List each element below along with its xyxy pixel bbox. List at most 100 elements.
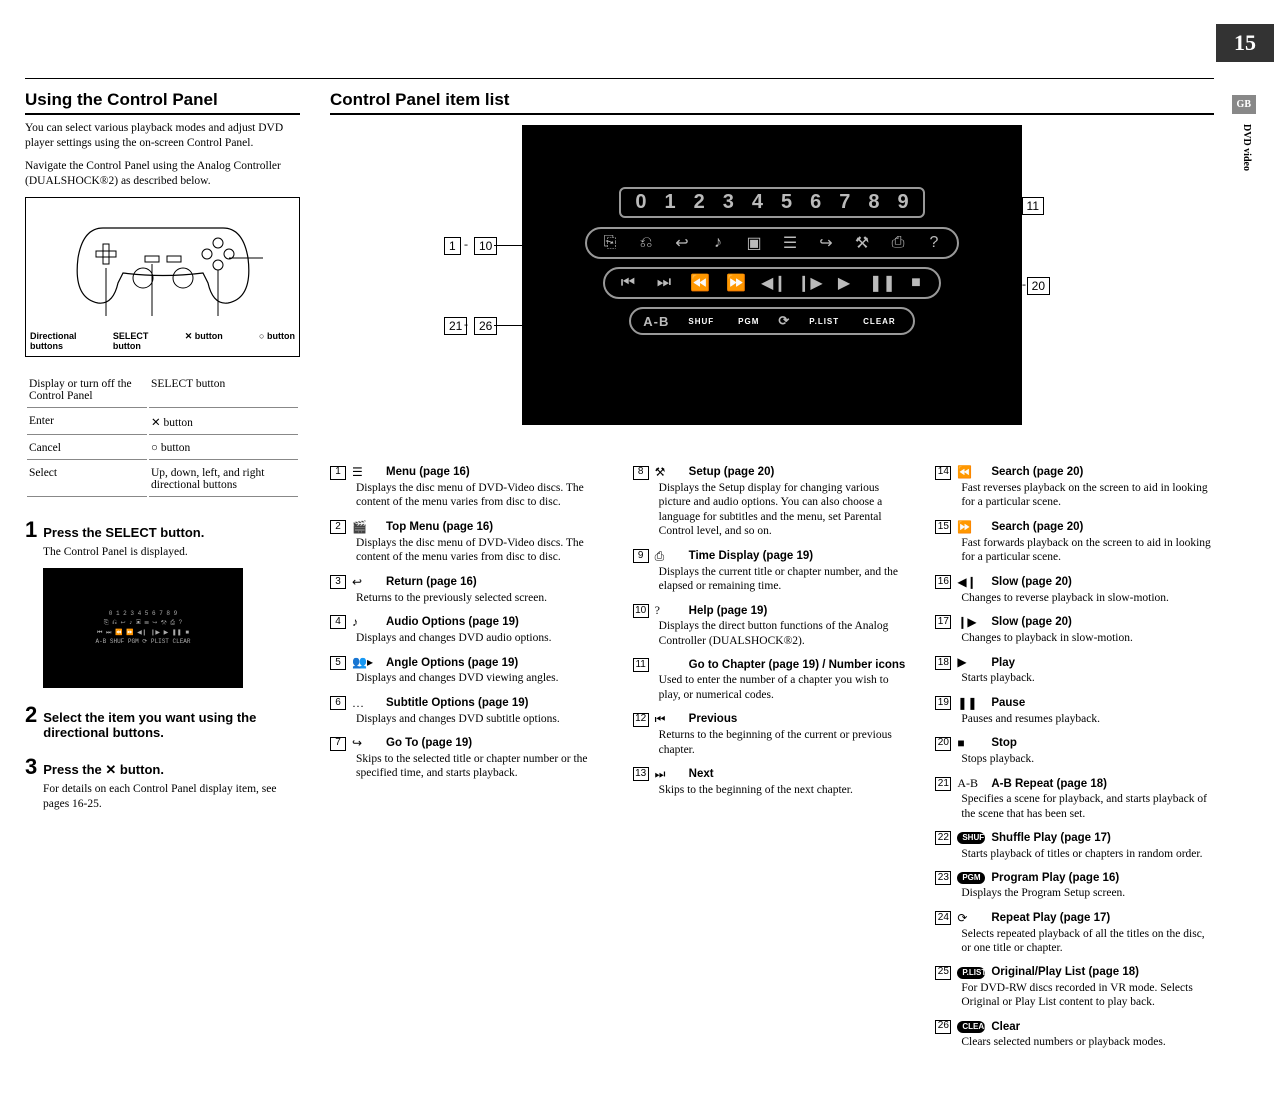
item-icon: A-B [957,776,985,791]
label-select: SELECT button [113,332,149,352]
item-icon: ⏪ [957,465,985,480]
return-icon: ↩ [671,233,693,253]
item-title: Time Display (page 19) [689,549,813,563]
item-description: Fast forwards playback on the screen to … [961,536,1214,565]
ref-number: 26 [935,1020,951,1034]
label-x-button: ✕ button [185,332,223,352]
list-item: 5👥▸Angle Options (page 19)Displays and c… [330,655,609,685]
list-item: 10? Help (page 19)Displays the direct but… [633,603,912,648]
item-description: Skips to the selected title or chapter n… [356,752,609,781]
item-icon: ↩ [352,575,380,590]
item-description: Displays and changes DVD subtitle option… [356,712,609,726]
item-description: Displays the Setup display for changing … [659,481,912,539]
ref-number: 21 [935,777,951,791]
item-badge-icon: CLEAR [957,1021,985,1033]
playback-icons-row: ⏮ ⏭ ⏪ ⏩ ◀❙ ❙▶ ▶ ❚❚ ■ [603,267,941,299]
menu-icons-row: ⎘ ⎌ ↩ ♪ ▣ ☰ ↪ ⚒ ⎙ ? [585,227,959,259]
item-description: Displays the disc menu of DVD-Video disc… [356,481,609,510]
ref-number: 2 [330,520,346,534]
mode-icons-row: A-B SHUF PGM ⟳ P.LIST CLEAR [629,307,914,335]
item-title: Audio Options (page 19) [386,615,519,629]
ref-number: 8 [633,466,649,480]
subtitle-icon: ☰ [779,233,801,253]
ref-number: 19 [935,696,951,710]
ref-number: 24 [935,911,951,925]
item-title: Next [689,767,714,781]
table-row: Display or turn off the Control PanelSEL… [27,373,298,408]
time-icon: ⎙ [887,234,909,252]
item-description: Clears selected numbers or playback mode… [961,1035,1214,1049]
item-description: For DVD-RW discs recorded in VR mode. Se… [961,981,1214,1010]
item-icon: ↪ [352,736,380,751]
list-item: 20■StopStops playback. [935,736,1214,766]
ref-number: 1 [330,466,346,480]
list-item: 6…Subtitle Options (page 19)Displays and… [330,696,609,726]
ref-number: 10 [633,604,649,618]
item-title: Slow (page 20) [991,615,1072,629]
intro-text-2: Navigate the Control Panel using the Ana… [25,159,300,189]
control-panel-figure: 1 - 10 21 - 26 11 12 - 20 [330,125,1214,425]
item-icon: ? [655,603,683,618]
search-fwd-icon: ⏩ [725,273,747,293]
item-title: Angle Options (page 19) [386,656,518,670]
item-description: Pauses and resumes playback. [961,712,1214,726]
item-icon: … [352,696,380,711]
list-item: 3↩Return (page 16)Returns to the previou… [330,575,609,605]
item-description: Displays the Program Setup screen. [961,886,1214,900]
label-o-button: ○ button [259,332,295,352]
item-icon: ❙▶ [957,615,985,630]
section-label: DVD video [1241,124,1252,171]
list-item: 14⏪Search (page 20)Fast reverses playbac… [935,465,1214,510]
ref-number: 7 [330,737,346,751]
item-icon: ⏮ [655,712,683,727]
intro-text-1: You can select various playback modes an… [25,121,300,151]
item-title: Repeat Play (page 17) [991,911,1110,925]
item-description: Starts playback of titles or chapters in… [961,847,1214,861]
program-icon: PGM [733,316,764,327]
item-title: Go to Chapter (page 19) / Number icons [689,658,906,672]
heading-using-control-panel: Using the Control Panel [25,90,300,115]
item-icon: ▶ [957,655,985,670]
item-badge-icon: P.LIST [957,967,985,979]
item-title: Original/Play List (page 18) [991,965,1139,979]
item-icon: ☰ [352,465,380,480]
item-description: Changes to playback in slow-motion. [961,631,1214,645]
list-item: 18▶PlayStarts playback. [935,655,1214,685]
slow-back-icon: ◀❙ [761,273,783,293]
ref-number: 20 [935,737,951,751]
item-description: Displays the current title or chapter nu… [659,565,912,594]
item-icon: ■ [957,736,985,751]
callout-1: 1 [444,237,461,255]
item-icon: ◀❙ [957,575,985,590]
ref-number: 11 [633,658,649,672]
mini-control-panel-preview: 0 1 2 3 4 5 6 7 8 9 ⎘ ⎌ ↩ ♪ ▣ ☰ ↪ ⚒ ⎙ ? … [43,568,243,688]
page-number: 15 [1216,24,1274,62]
pause-icon: ❚❚ [869,273,891,293]
list-item: 16◀❙Slow (page 20)Changes to reverse pla… [935,575,1214,605]
play-icon: ▶ [833,273,855,293]
item-icon: ⎙ [655,549,683,564]
ref-number: 6 [330,696,346,710]
item-description: Displays and changes DVD viewing angles. [356,671,609,685]
ref-number: 5 [330,656,346,670]
controller-diagram: Directional buttons SELECT button ✕ butt… [25,197,300,357]
item-title: Help (page 19) [689,604,768,618]
number-icons-row: 0 1 2 3 4 5 6 7 8 9 [619,187,924,218]
item-title: Play [991,656,1015,670]
item-title: Menu (page 16) [386,465,470,479]
list-item: 23PGMProgram Play (page 16)Displays the … [935,871,1214,901]
shuffle-icon: SHUF [683,316,719,327]
item-description: Displays the direct button functions of … [659,619,912,648]
controller-icon [63,208,263,318]
item-title: Top Menu (page 16) [386,520,493,534]
ab-repeat-icon: A-B [643,314,669,329]
list-item: 19❚❚PausePauses and resumes playback. [935,696,1214,726]
next-icon: ⏭ [653,274,675,292]
item-title: Stop [991,736,1017,750]
ref-number: 13 [633,767,649,781]
list-item: 11 Go to Chapter (page 19) / Number icons… [633,658,912,702]
clear-icon: CLEAR [858,316,901,327]
item-title: Program Play (page 16) [991,871,1119,885]
ref-number: 17 [935,615,951,629]
list-item: 7↪Go To (page 19)Skips to the selected t… [330,736,609,781]
